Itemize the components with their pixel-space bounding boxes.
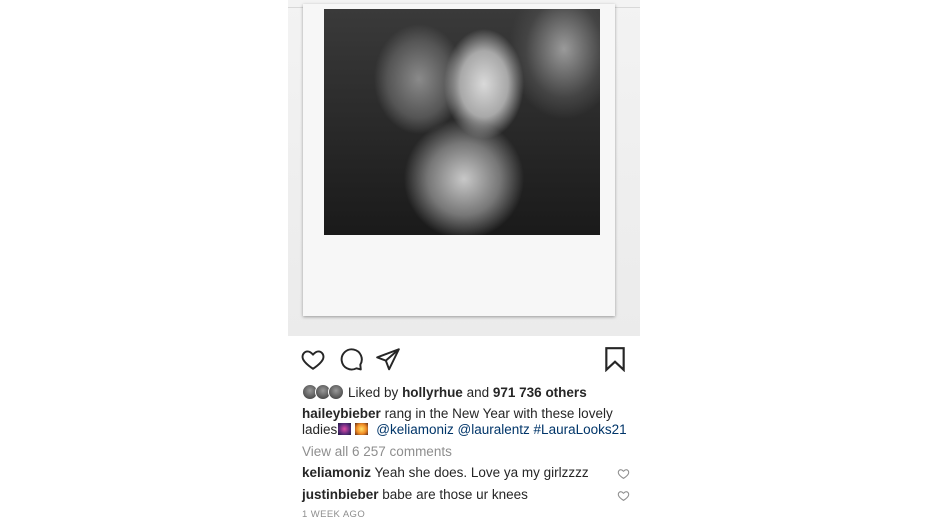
comment-row: keliamoniz Yeah she does. Love ya my gir…: [302, 465, 632, 483]
likes-prefix: Liked by: [348, 384, 399, 400]
heart-outline-icon[interactable]: [617, 489, 630, 502]
caption-mention[interactable]: @keliamoniz: [376, 422, 453, 437]
likes-count[interactable]: 971 736 others: [493, 385, 587, 400]
liker-username[interactable]: hollyrhue: [402, 385, 463, 400]
caption-username[interactable]: haileybieber: [302, 406, 381, 421]
caption-mention[interactable]: @lauralentz: [458, 422, 530, 437]
avatar: [328, 384, 344, 400]
instagram-post: Liked by hollyrhue and 971 736 others ha…: [288, 0, 640, 523]
polaroid-frame: [303, 4, 615, 316]
action-bar: [288, 336, 640, 384]
comment-username[interactable]: justinbieber: [302, 487, 379, 502]
bookmark-icon[interactable]: [602, 346, 628, 372]
liker-avatars: [302, 384, 346, 400]
comment-icon[interactable]: [338, 346, 364, 372]
view-all-comments-link[interactable]: View all 6 257 comments: [302, 444, 452, 459]
caption-hashtag[interactable]: #LauraLooks21: [534, 422, 627, 437]
polaroid-image: [324, 9, 600, 235]
paper-plane-icon[interactable]: [375, 346, 401, 372]
comment-username[interactable]: keliamoniz: [302, 465, 371, 480]
heart-icon[interactable]: [300, 346, 326, 372]
fireworks-icon: [338, 422, 352, 435]
likes-conjunction: and: [466, 384, 490, 400]
likes-row: Liked by hollyrhue and 971 736 others: [302, 383, 632, 401]
comment-text: Yeah she does. Love ya my girlzzzz: [374, 465, 589, 480]
post-photo[interactable]: [288, 0, 640, 336]
heart-outline-icon[interactable]: [617, 467, 630, 480]
comment-row: justinbieber babe are those ur knees: [302, 487, 632, 505]
sparkler-icon: [355, 422, 369, 435]
post-timestamp: 1 WEEK AGO: [302, 509, 366, 520]
post-caption: haileybieber rang in the New Year with t…: [302, 406, 632, 437]
comment-text: babe are those ur knees: [382, 487, 528, 502]
